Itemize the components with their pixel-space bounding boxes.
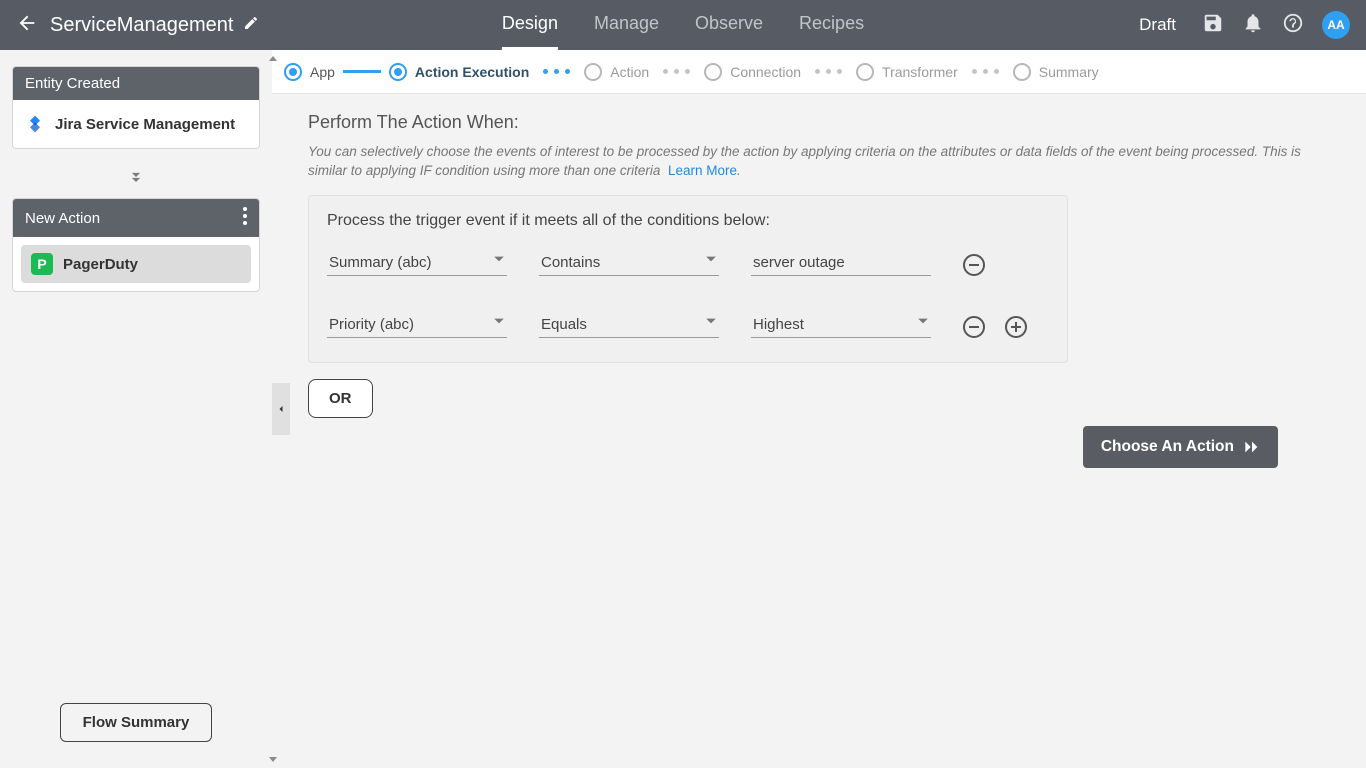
nav-recipes[interactable]: Recipes bbox=[799, 0, 864, 50]
action-item-label: PagerDuty bbox=[63, 256, 138, 273]
entity-card-title: Entity Created bbox=[25, 75, 120, 92]
action-card-title: New Action bbox=[25, 210, 100, 227]
remove-condition-button[interactable] bbox=[963, 254, 985, 276]
remove-condition-button[interactable] bbox=[963, 316, 985, 338]
nav-observe[interactable]: Observe bbox=[695, 0, 763, 50]
sidebar: Entity Created Jira Service Management N… bbox=[0, 50, 272, 768]
chevron-down-icon bbox=[493, 314, 505, 332]
action-card: New Action P PagerDuty bbox=[12, 198, 260, 292]
save-icon[interactable] bbox=[1202, 12, 1224, 39]
help-icon[interactable] bbox=[1282, 12, 1304, 39]
entity-card-body[interactable]: Jira Service Management bbox=[13, 100, 259, 148]
action-card-header: New Action bbox=[13, 199, 259, 237]
step-separator bbox=[966, 69, 1005, 74]
nav-manage[interactable]: Manage bbox=[594, 0, 659, 50]
learn-more-link[interactable]: Learn More bbox=[668, 163, 737, 178]
app-title-wrap: ServiceManagement bbox=[50, 14, 259, 37]
nav-design[interactable]: Design bbox=[502, 0, 558, 50]
chevron-down-icon bbox=[493, 252, 505, 270]
condition-row: Priority (abc) Equals Highest bbox=[327, 312, 1049, 338]
condition-operator-select[interactable]: Equals bbox=[539, 312, 719, 338]
top-nav: Design Manage Observe Recipes bbox=[502, 0, 864, 50]
choose-action-label: Choose An Action bbox=[1101, 438, 1234, 456]
step-summary[interactable]: Summary bbox=[1013, 63, 1099, 81]
entity-card-header: Entity Created bbox=[13, 67, 259, 100]
choose-action-button[interactable]: Choose An Action bbox=[1083, 426, 1278, 468]
flow-arrow-icon bbox=[12, 167, 260, 192]
step-action[interactable]: Action bbox=[584, 63, 649, 81]
section-title: Perform The Action When: bbox=[308, 112, 1330, 133]
back-arrow-icon[interactable] bbox=[16, 12, 38, 39]
step-separator bbox=[537, 69, 576, 74]
step-connection[interactable]: Connection bbox=[704, 63, 801, 81]
condition-row: Summary (abc) Contains bbox=[327, 250, 1049, 276]
chevron-down-icon bbox=[705, 314, 717, 332]
chevron-down-icon bbox=[917, 314, 929, 332]
step-transformer[interactable]: Transformer bbox=[856, 63, 958, 81]
step-separator bbox=[657, 69, 696, 74]
status-label: Draft bbox=[1139, 15, 1176, 35]
action-card-body[interactable]: P PagerDuty bbox=[21, 245, 251, 283]
condition-value-input[interactable] bbox=[751, 250, 931, 276]
step-separator bbox=[343, 70, 381, 73]
app-title: ServiceManagement bbox=[50, 14, 233, 37]
conditions-box-title: Process the trigger event if it meets al… bbox=[327, 212, 1049, 230]
double-chevron-right-icon bbox=[1244, 441, 1260, 453]
add-condition-button[interactable] bbox=[1005, 316, 1027, 338]
scroll-up-icon[interactable] bbox=[268, 54, 278, 64]
condition-field-select[interactable]: Priority (abc) bbox=[327, 312, 507, 338]
step-separator bbox=[809, 69, 848, 74]
topbar: ServiceManagement Design Manage Observe … bbox=[0, 0, 1366, 50]
condition-value-select[interactable]: Highest bbox=[751, 312, 931, 338]
kebab-icon[interactable] bbox=[243, 207, 247, 229]
step-action-execution[interactable]: Action Execution bbox=[389, 63, 529, 81]
chevron-down-icon bbox=[705, 252, 717, 270]
edit-title-icon[interactable] bbox=[243, 14, 259, 37]
entity-card: Entity Created Jira Service Management bbox=[12, 66, 260, 149]
avatar[interactable]: AA bbox=[1322, 11, 1350, 39]
step-app[interactable]: App bbox=[284, 63, 335, 81]
conditions-box: Process the trigger event if it meets al… bbox=[308, 195, 1068, 363]
entity-item-label: Jira Service Management bbox=[55, 116, 235, 133]
or-button[interactable]: OR bbox=[308, 379, 373, 418]
collapse-sidebar-handle[interactable] bbox=[272, 383, 290, 435]
flow-summary-button[interactable]: Flow Summary bbox=[60, 703, 213, 742]
condition-operator-select[interactable]: Contains bbox=[539, 250, 719, 276]
condition-field-select[interactable]: Summary (abc) bbox=[327, 250, 507, 276]
stepper: App Action Execution Action Connection T… bbox=[272, 50, 1366, 94]
bell-icon[interactable] bbox=[1242, 12, 1264, 39]
topbar-right: Draft AA bbox=[1139, 11, 1350, 39]
content-scroll[interactable]: Perform The Action When: You can selecti… bbox=[272, 94, 1366, 768]
scroll-down-icon[interactable] bbox=[268, 754, 278, 764]
section-description: You can selectively choose the events of… bbox=[308, 143, 1330, 181]
pagerduty-icon: P bbox=[31, 253, 53, 275]
main: App Action Execution Action Connection T… bbox=[272, 50, 1366, 768]
jira-icon bbox=[25, 114, 45, 134]
